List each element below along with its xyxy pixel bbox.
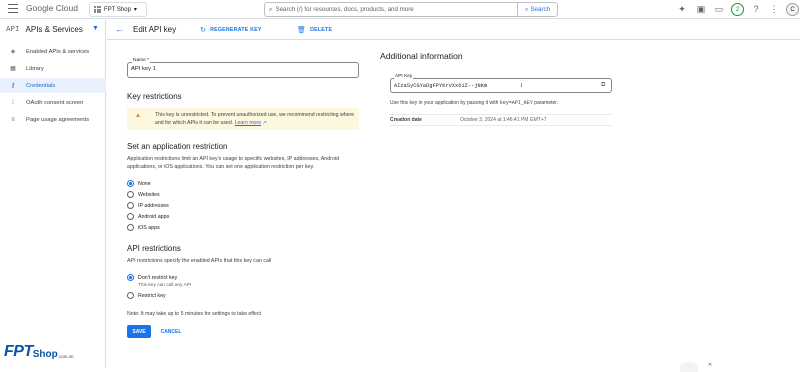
sidebar-item-credentials[interactable]: ⚷ Credentials <box>0 78 106 93</box>
delete-button[interactable]: 🗑 DELETE <box>297 26 332 34</box>
radio-app-ios[interactable]: iOS apps <box>127 224 160 231</box>
radio-api-restrict[interactable]: Restrict key <box>127 292 166 299</box>
grid-icon: ◈ <box>10 49 16 55</box>
creation-date-row: Creation date October 3, 2024 at 1:46:41… <box>390 114 612 126</box>
sidebar-item-enabled-apis[interactable]: ◈ Enabled APIs & services <box>0 44 106 59</box>
creation-date-label: Creation date <box>390 117 422 123</box>
gemini-sparkle-icon[interactable]: ✦ <box>676 3 688 15</box>
avatar[interactable]: C <box>786 3 799 16</box>
help-icon[interactable]: ? <box>750 3 762 15</box>
sidebar-item-oauth-consent[interactable]: ⁞ OAuth consent screen <box>0 95 106 110</box>
fpt-logo-text: FPT <box>4 343 33 360</box>
save-button[interactable]: SAVE <box>127 325 151 338</box>
api-key-value[interactable]: AIzaSyCGYaDgFPYKrVXx6iZ--jNKm <box>394 83 487 89</box>
additional-info-title: Additional information <box>380 51 463 61</box>
project-name: FPT Shop <box>104 6 131 13</box>
settings-note: Note: It may take up to 5 minutes for se… <box>127 311 261 317</box>
app-restriction-desc: Application restrictions limit an API ke… <box>127 156 340 171</box>
unrestricted-warning: ▲ This key is unrestricted. To prevent u… <box>127 108 359 130</box>
warning-icon: ▲ <box>135 113 141 119</box>
page-title: Edit API key <box>133 25 177 34</box>
cloud-shell-icon[interactable]: ▭ <box>713 3 725 15</box>
gift-icon[interactable]: ▣ <box>695 3 707 15</box>
page-header: ← Edit API key ↻ REGENERATE KEY 🗑 DELETE <box>107 20 800 40</box>
sidebar-item-library[interactable]: ▦ Library <box>0 61 106 76</box>
name-input[interactable] <box>131 66 351 72</box>
api-key-param: key=API_KEY <box>499 100 533 106</box>
library-icon: ▦ <box>10 66 16 72</box>
name-label: Name * <box>132 58 150 63</box>
floating-widget[interactable] <box>680 362 698 372</box>
api-key-hint: Use this key in your application by pass… <box>390 100 559 106</box>
menu-icon[interactable] <box>8 4 18 13</box>
radio-unselected[interactable] <box>127 224 134 231</box>
api-logo: API <box>6 25 20 34</box>
radio-api-dont-restrict[interactable]: Don't restrict key <box>127 274 177 281</box>
radio-app-ip-addresses[interactable]: IP addresses <box>127 202 169 209</box>
consent-icon: ⁞ <box>12 99 14 106</box>
radio-app-websites[interactable]: Websites <box>127 191 160 198</box>
cancel-button[interactable]: CANCEL <box>157 325 185 338</box>
name-field[interactable]: Name * <box>127 58 359 78</box>
api-option-subtext: This key can call any API <box>138 283 192 288</box>
app-restriction-title: Set an application restriction <box>127 142 228 151</box>
notifications-badge[interactable]: 2 <box>731 3 744 16</box>
text-cursor-icon: I <box>521 83 523 89</box>
creation-date-value: October 3, 2024 at 1:46:41 PM GMT+7 <box>460 117 547 123</box>
domain-logo-text: .com.vn <box>57 354 74 359</box>
project-dots-icon <box>94 6 101 13</box>
chevron-down-icon: ▾ <box>133 7 137 13</box>
radio-selected[interactable] <box>127 180 134 187</box>
fpt-shop-watermark-logo: FPT Shop .com.vn <box>4 343 73 361</box>
api-key-field[interactable]: API Key AIzaSyCGYaDgFPYKrVXx6iZ--jNKm I … <box>390 74 612 93</box>
shop-logo-text: Shop <box>32 349 58 360</box>
radio-app-none[interactable]: None <box>127 180 151 187</box>
close-icon[interactable]: ✕ <box>708 362 712 368</box>
sidebar-header: API APIs & Services <box>6 25 106 34</box>
external-link-icon: ↗ <box>261 120 267 127</box>
learn-more-link[interactable]: Learn more <box>235 120 262 126</box>
search-icon: ⌕ <box>269 5 273 13</box>
more-vert-icon[interactable]: ⋮ <box>768 3 780 15</box>
settings-list-icon: ≡ <box>11 116 15 123</box>
top-bar: Google Cloud FPT Shop ▾ ⌕ Search (/) for… <box>0 0 800 19</box>
project-picker[interactable]: FPT Shop ▾ <box>89 2 147 17</box>
sidebar-title: APIs & Services <box>25 25 83 34</box>
radio-selected[interactable] <box>127 274 134 281</box>
back-arrow-icon[interactable]: ← <box>115 24 124 34</box>
api-key-label: API Key <box>394 74 414 79</box>
trash-icon: 🗑 <box>297 27 307 34</box>
google-cloud-logo[interactable]: Google Cloud <box>26 3 78 13</box>
refresh-icon: ↻ <box>200 27 207 34</box>
radio-unselected[interactable] <box>127 213 134 220</box>
search-icon: ⌕ <box>524 5 529 13</box>
sidebar-item-page-usage[interactable]: ≡ Page usage agreements <box>0 112 106 127</box>
key-restrictions-title: Key restrictions <box>127 92 182 101</box>
radio-unselected[interactable] <box>127 202 134 209</box>
radio-unselected[interactable] <box>127 292 134 299</box>
sidebar: API APIs & Services ▼ ◈ Enabled APIs & s… <box>0 20 106 368</box>
pin-icon[interactable]: ▼ <box>92 25 99 32</box>
regenerate-key-button[interactable]: ↻ REGENERATE KEY <box>200 26 262 34</box>
search-input[interactable]: ⌕ Search (/) for resources, docs, produc… <box>264 2 518 17</box>
radio-app-android[interactable]: Android apps <box>127 213 169 220</box>
radio-unselected[interactable] <box>127 191 134 198</box>
search-button[interactable]: ⌕ Search <box>518 2 558 17</box>
api-restrictions-title: API restrictions <box>127 244 181 253</box>
copy-icon[interactable]: ⧉ <box>601 82 605 89</box>
key-icon: ⚷ <box>10 83 16 89</box>
api-restrictions-desc: API restrictions specify the enabled API… <box>127 258 272 264</box>
search-placeholder: Search (/) for resources, docs, products… <box>275 6 414 13</box>
